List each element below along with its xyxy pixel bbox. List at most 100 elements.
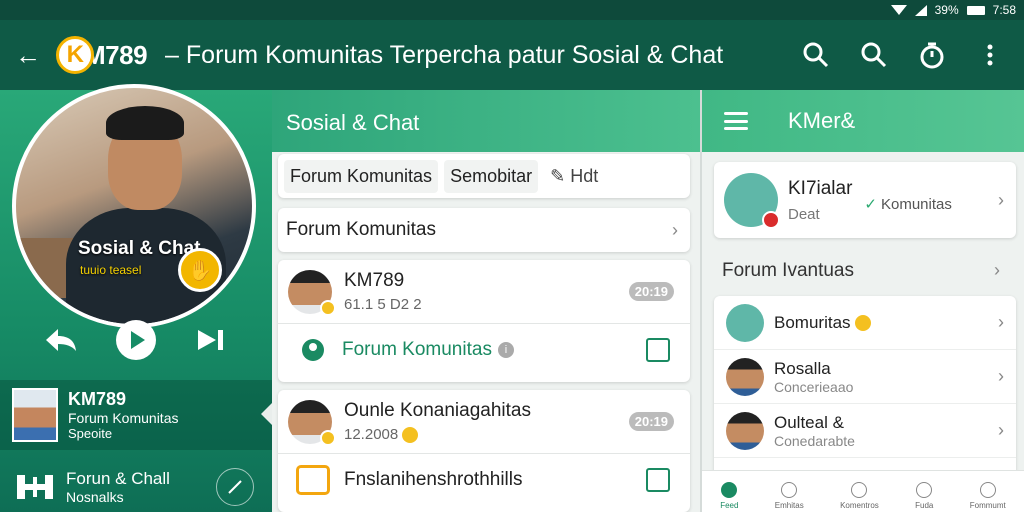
left-footer[interactable]: Forun & Chall Nosnalks (0, 462, 272, 512)
item-name: Ounle Konaniagahitas (344, 399, 531, 421)
briefcase-icon (724, 173, 780, 229)
right-title: KMer& (788, 108, 856, 133)
battery-icon (966, 5, 985, 15)
right-panel: KMer& KI7ialar Deat ✓ Komunitas › Forum I… (700, 90, 1024, 512)
community-tag: ✓ Komunitas (864, 195, 952, 214)
search-icon[interactable] (796, 35, 836, 75)
item-meta: 12.2008 (344, 426, 531, 444)
person-icon (916, 482, 933, 498)
nav-komentros[interactable]: Komentros (840, 482, 879, 510)
hero-subcaption: tuuio teasel (80, 263, 142, 277)
timer-icon (979, 482, 996, 498)
back-arrow-icon[interactable]: ← (0, 40, 56, 71)
profile-row[interactable]: KM789 Forum Komunitas Speoite (0, 380, 273, 450)
list-item[interactable]: Ounle Konaniagahitas 12.2008 20:19 (278, 390, 690, 454)
card-sub: Deat (788, 205, 820, 223)
tab-hdt[interactable]: ✎ Hdt (544, 160, 604, 193)
nav-fuda[interactable]: Fuda (915, 482, 933, 510)
section-row[interactable]: Forum Komunitas › (278, 208, 690, 252)
hand-badge-icon[interactable]: ✋ (178, 248, 222, 292)
community-list: Bomuritas › Rosalla Concerieaao › Oulteal… (714, 296, 1016, 476)
section-label: Forum Komunitas (286, 219, 436, 240)
page-title: – Forum Komunitas Terpercha patur Sosial… (165, 40, 724, 69)
card-title: KI7ialar (788, 177, 853, 199)
post-card[interactable]: KM789 61.1 5 D2 2 20:19 Forum Komunitas … (278, 260, 690, 382)
avatar (726, 303, 764, 342)
profile-name: KM789 (68, 389, 127, 409)
grid-icon (851, 482, 868, 498)
hamburger-icon[interactable] (724, 112, 748, 130)
app-bar: ← K M789 – Forum Komunitas Terpercha pat… (0, 20, 1024, 90)
item-name: KM789 (344, 270, 405, 291)
community-icon (302, 339, 324, 361)
image-icon (296, 465, 330, 495)
reply-icon[interactable] (39, 318, 83, 362)
h-logo-icon (14, 472, 56, 502)
item-name: Bomuritas (774, 313, 871, 333)
signal-icon (914, 4, 927, 16)
chevron-right-icon: › (998, 420, 1004, 440)
footer-subtitle: Nosnalks (66, 489, 124, 505)
nav-feed[interactable]: Feed (720, 482, 738, 510)
item-sub: Conedarabte (774, 432, 855, 449)
avatar (726, 411, 764, 450)
wifi-icon (890, 5, 907, 15)
profile-status: Speoite (68, 426, 113, 441)
info-icon: i (497, 342, 514, 358)
time-badge: 20:19 (628, 412, 674, 431)
avatar (12, 388, 58, 442)
middle-panel: Sosial & Chat Forum Komunitas Semobitar … (272, 90, 700, 512)
featured-card[interactable]: KI7ialar Deat ✓ Komunitas › (714, 162, 1016, 238)
contact-icon[interactable] (646, 468, 670, 492)
item-name: Rosalla (774, 358, 831, 378)
more-vert-icon[interactable] (970, 35, 1010, 75)
list-item[interactable]: Oulteal & Conedarabte › (714, 404, 1016, 458)
nav-emhitas[interactable]: Emhitas (775, 482, 804, 510)
logo-mark: K (56, 36, 94, 74)
feed-icon (721, 482, 738, 498)
item-sub: Concerieaao (774, 378, 854, 395)
list-item[interactable]: Bomuritas › (714, 296, 1016, 350)
sub-label: Fnslanihenshrothhills (344, 469, 523, 490)
player-controls (0, 318, 272, 362)
sub-row[interactable]: Fnslanihenshrothhills (278, 454, 690, 506)
chevron-right-icon: › (672, 219, 678, 240)
section-row[interactable]: Forum Ivantuas › (722, 260, 1012, 282)
contact-icon[interactable] (646, 338, 670, 362)
tab-bar: Forum Komunitas Semobitar ✎ Hdt (278, 154, 690, 198)
clock: 7:58 (992, 3, 1016, 17)
tab-hdt-label: Hdt (570, 165, 599, 186)
tab-forum[interactable]: Forum Komunitas (284, 159, 439, 193)
skip-next-icon[interactable] (189, 318, 233, 362)
battery-percent: 39% (934, 3, 959, 17)
sub-row[interactable]: Forum Komunitas i (278, 324, 690, 376)
section-label: Forum Ivantuas (722, 260, 854, 281)
list-item[interactable]: Rosalla Concerieaao › (714, 350, 1016, 404)
timer-icon[interactable] (912, 35, 952, 75)
tab-semobitar[interactable]: Semobitar (444, 159, 539, 193)
list-item[interactable]: KM789 61.1 5 D2 2 20:19 (278, 260, 690, 324)
check-icon: ✓ (864, 196, 877, 213)
post-card[interactable]: Ounle Konaniagahitas 12.2008 20:19 Fnsla… (278, 390, 690, 512)
search-icon-2[interactable] (854, 35, 894, 75)
smile-emoji-icon (402, 427, 419, 444)
item-name: Oulteal & (774, 412, 844, 432)
people-icon (781, 482, 798, 498)
left-panel: Sosial & Chat tuuio teasel ✋ KM789 Forum… (0, 84, 273, 512)
play-button[interactable] (115, 320, 156, 360)
chevron-right-icon: › (994, 260, 1000, 280)
footer-title: Forun & Chall (66, 469, 170, 488)
middle-header: Sosial & Chat (272, 90, 700, 152)
avatar (288, 399, 336, 446)
sub-label: Forum Komunitas (342, 339, 492, 360)
time-badge: 20:19 (628, 282, 674, 301)
edit-icon[interactable] (216, 468, 254, 506)
nav-fommumt[interactable]: Fommumt (970, 482, 1006, 510)
app-logo: K M789 (56, 36, 148, 74)
chevron-right-icon: › (998, 312, 1004, 332)
avatar (288, 269, 336, 316)
item-meta: 61.1 5 D2 2 (344, 296, 422, 313)
chevron-right-icon: › (998, 189, 1004, 210)
avatar (726, 357, 764, 396)
smile-emoji-icon (854, 315, 871, 332)
